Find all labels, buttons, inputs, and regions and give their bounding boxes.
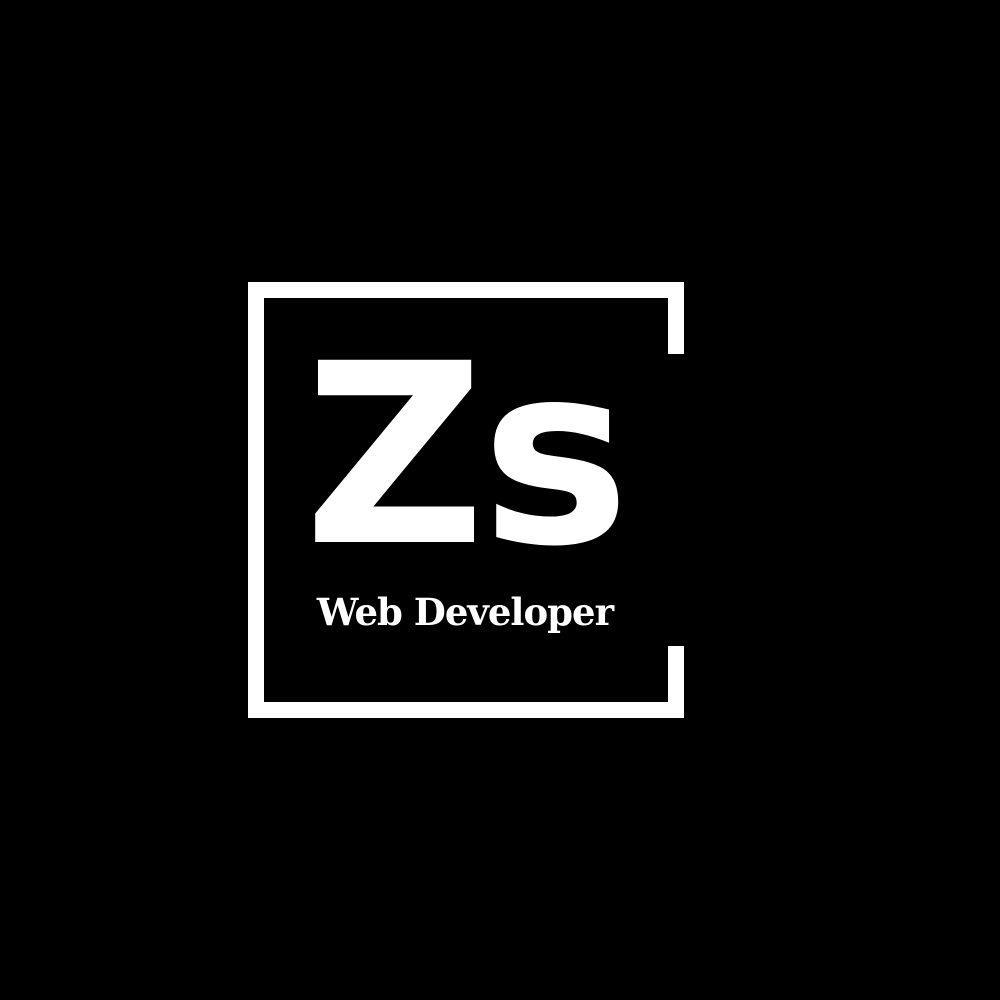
frame-bottom-bar	[248, 702, 684, 718]
frame-right-lower-bar	[668, 646, 684, 718]
logo-monogram: Zs	[303, 310, 630, 601]
logo-tagline: Web Developer	[316, 590, 614, 634]
logo-canvas: Zs Web Developer	[0, 0, 1000, 1000]
frame-top-bar	[248, 282, 684, 298]
